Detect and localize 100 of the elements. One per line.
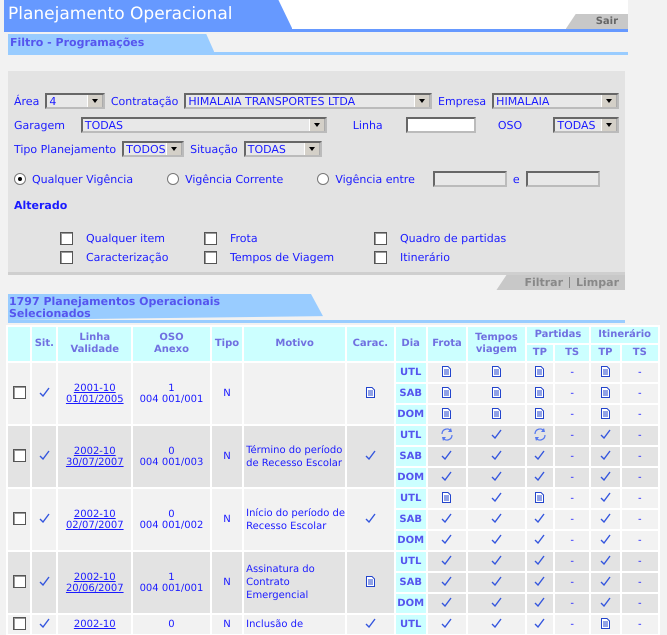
- refresh-icon: [532, 428, 548, 440]
- dropdown[interactable]: TODAS: [244, 141, 322, 157]
- checkbox[interactable]: [60, 251, 73, 264]
- check-icon: [490, 513, 502, 523]
- reason-text: Término do período de Recesso Escolar: [245, 444, 344, 470]
- check-icon: [534, 534, 546, 544]
- check-icon: [490, 450, 502, 460]
- field-label: e: [512, 172, 520, 186]
- check-icon: [38, 576, 50, 586]
- document-icon: [535, 492, 544, 502]
- dash-text: -: [638, 619, 642, 630]
- document-icon: [600, 366, 610, 376]
- check-icon: [490, 492, 502, 502]
- check-icon: [534, 471, 546, 481]
- column-header: Carac.: [347, 327, 394, 361]
- check-icon: [600, 471, 611, 481]
- dash-text: -: [638, 493, 642, 504]
- check-icon: [441, 618, 452, 628]
- check-icon: [490, 618, 502, 628]
- field-label: Caracterização: [86, 251, 170, 264]
- dash-text: -: [570, 409, 574, 420]
- checkbox[interactable]: [204, 251, 217, 264]
- dash-text: -: [570, 598, 574, 609]
- linha-input[interactable]: [406, 117, 476, 133]
- column-header: Linha Validade: [58, 327, 132, 361]
- document-icon: [442, 408, 452, 418]
- column-header: TP: [526, 345, 553, 361]
- field-label: Qualquer item: [86, 232, 166, 245]
- check-icon: [534, 597, 546, 607]
- checkbox[interactable]: [374, 251, 387, 264]
- check-icon: [534, 513, 546, 523]
- check-icon: [364, 450, 376, 460]
- dash-text: -: [638, 367, 642, 378]
- check-icon: [490, 471, 502, 481]
- column-header: OSO Anexo: [133, 327, 210, 361]
- day-cell: DOM: [396, 531, 426, 550]
- table-cell: N: [212, 615, 242, 634]
- dash-text: -: [570, 556, 574, 567]
- document-icon: [600, 408, 610, 418]
- check-icon: [600, 576, 611, 586]
- document-icon: [600, 618, 610, 628]
- radio-button[interactable]: [167, 173, 180, 185]
- dash-text: -: [638, 577, 642, 588]
- document-icon: [442, 366, 452, 376]
- dropdown[interactable]: HIMALAIA TRANSPORTES LTDA: [184, 93, 432, 109]
- check-icon: [600, 534, 611, 544]
- document-icon: [492, 408, 501, 418]
- dash-text: -: [638, 388, 642, 399]
- field-label: Vigência Corrente: [185, 172, 284, 186]
- field-label: Garagem: [14, 118, 65, 132]
- day-cell: SAB: [396, 384, 426, 403]
- check-icon: [490, 555, 502, 565]
- checkbox[interactable]: [12, 448, 26, 462]
- checkbox[interactable]: [12, 386, 26, 398]
- check-icon: [600, 429, 611, 439]
- field-label: Situação: [190, 142, 238, 156]
- column-header: TS: [554, 345, 590, 361]
- document-icon: [600, 386, 610, 398]
- check-icon: [600, 597, 611, 607]
- dropdown[interactable]: 4: [45, 93, 105, 109]
- dash-text: -: [570, 472, 574, 483]
- checkbox[interactable]: [12, 616, 26, 630]
- radio-button[interactable]: [14, 173, 26, 185]
- check-icon: [38, 513, 50, 523]
- day-cell: SAB: [396, 510, 426, 529]
- checkbox[interactable]: [12, 512, 26, 524]
- document-icon: [442, 492, 452, 502]
- radio-button[interactable]: [317, 173, 330, 185]
- document-icon: [492, 386, 501, 398]
- check-icon: [534, 555, 546, 565]
- dropdown[interactable]: TODOS: [122, 141, 184, 157]
- check-icon: [490, 429, 502, 439]
- dash-text: -: [638, 598, 642, 609]
- dropdown[interactable]: TODAS: [80, 117, 328, 133]
- field-label: Linha: [352, 118, 383, 132]
- checkbox[interactable]: [204, 232, 217, 245]
- dash-text: -: [570, 577, 574, 588]
- field-label: OSO: [498, 118, 522, 132]
- column-header: Sit.: [32, 327, 56, 361]
- checkbox[interactable]: [60, 232, 73, 245]
- check-icon: [364, 618, 376, 628]
- dropdown[interactable]: TODAS: [553, 117, 620, 133]
- dash-text: -: [638, 535, 642, 546]
- check-icon: [490, 534, 502, 544]
- checkbox[interactable]: [12, 574, 26, 588]
- checkbox[interactable]: [374, 232, 387, 245]
- day-cell: SAB: [396, 447, 426, 466]
- document-icon: [535, 386, 544, 398]
- dash-text: -: [570, 493, 574, 504]
- dash-text: -: [570, 430, 574, 441]
- dash-text: -: [638, 451, 642, 462]
- day-cell: UTL: [396, 489, 426, 508]
- document-icon: [535, 366, 544, 376]
- table-cell: 1 004 001/001: [133, 552, 210, 613]
- exit-tab[interactable]: Sair: [566, 14, 628, 29]
- column-header: TP: [591, 345, 620, 361]
- check-icon: [534, 450, 546, 460]
- dropdown[interactable]: HIMALAIA: [492, 93, 619, 109]
- check-icon: [441, 576, 452, 586]
- table-cell: 0 004 001/003: [133, 426, 210, 487]
